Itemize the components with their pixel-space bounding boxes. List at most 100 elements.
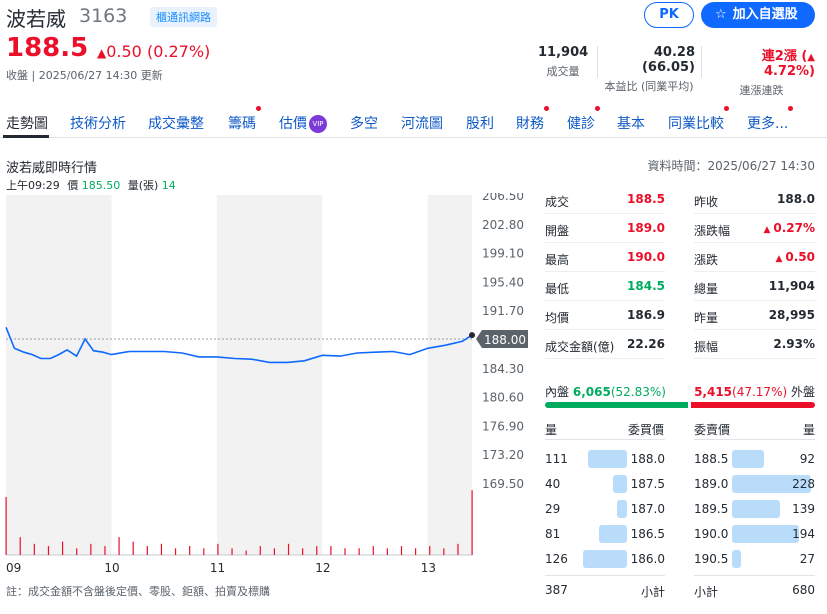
tab-6[interactable]: 河流圖 [401,113,443,133]
inner-volume: 內盤 6,065(52.83%) [545,383,666,400]
ask-price-header: 委賣價 [694,423,731,437]
tab-label: 基本 [617,116,645,132]
bid-row: 81 186.5 [545,525,665,550]
tab-label: 河流圖 [401,116,443,132]
x-tick-label: 11 [210,561,225,575]
quote-label: 均價 [545,311,570,325]
tab-12[interactable]: 更多... [747,106,794,133]
notification-dot-icon [256,106,261,111]
bid-price: 187.0 [630,502,665,516]
ask-depth-bar [732,500,780,518]
current-price: 188.5 [6,33,89,63]
notification-dot-icon [724,106,729,111]
inner-label: 內盤 [545,385,570,399]
tab-label: 走勢圖 [6,116,48,132]
volume-bar [415,548,417,555]
volume-bar [76,548,78,555]
volume-bar [457,543,459,555]
volume-bar [146,546,148,555]
tab-9[interactable]: 健診 [567,106,600,133]
volume-bar [189,546,191,555]
bid-total-qty: 387 [545,583,568,597]
divider [545,575,665,576]
ask-depth-bar [732,550,741,568]
ask-depth-bar [732,450,764,468]
volume-bar [302,548,304,555]
ask-qty: 92 [799,452,815,466]
y-tick-label: 169.50 [482,477,524,491]
quote-row: 總量 11,904 [694,273,815,301]
quote-label: 成交 [545,195,570,209]
y-tick-label: 173.20 [482,448,524,462]
tab-7[interactable]: 股利 [466,113,494,133]
volume-bar [104,546,106,555]
pk-button[interactable]: PK [644,2,694,28]
quote-label: 成交金額(億) [545,340,615,354]
volume-bar [316,546,318,555]
bid-row: 29 187.0 [545,500,665,525]
tab-label: 多空 [350,116,378,132]
tab-3[interactable]: 籌碼 [228,106,261,133]
y-tick-label: 180.60 [482,391,524,405]
notification-dot-icon [595,106,600,111]
quote-row: 成交金額(億) 22.26 [545,331,665,359]
quote-row: 漲跌 ▲ 0.50 [694,244,815,272]
hover-vol: 14 [161,179,176,192]
tab-5[interactable]: 多空 [350,113,378,133]
ask-price: 189.5 [694,502,729,516]
bid-price: 188.0 [630,452,665,466]
stock-code: 3163 [79,5,128,27]
volume-bar [344,548,346,555]
tab-8[interactable]: 財務 [516,106,549,133]
intraday-chart[interactable]: 206.50 202.80 199.10 195.40 191.70 184.30 180.… [0,193,530,578]
ask-total-qty: 680 [792,583,815,597]
bid-qty: 81 [545,527,561,541]
tab-1[interactable]: 技術分析 [70,113,126,133]
up-arrow-icon: ▲ [97,46,107,60]
volume-stat: 11,904 成交量 [538,45,588,79]
volume-bar [400,546,403,555]
add-watchlist-button[interactable]: ☆ 加入自選股 [701,2,815,28]
tab-0[interactable]: 走勢圖 [6,113,48,133]
pe-label: 本益比 (同業平均) [604,80,694,93]
bid-row: 126 186.0 [545,550,665,575]
volume-bar [160,543,163,555]
quote-row: 振幅 2.93% [694,331,815,359]
tab-10[interactable]: 基本 [617,113,645,133]
last-price-dot [469,332,475,339]
tab-label: 健診 [567,116,595,132]
tab-label: 籌碼 [228,116,256,132]
tab-label: 估價 [279,116,307,132]
outer-value: 5,415 [694,385,733,399]
volume-bar [287,543,290,555]
bid-price: 186.0 [630,552,665,566]
ask-row: 189.5 139 [694,500,815,525]
streak-stat: 連2漲 (▲ 4.72%) 連漲連跌 [708,45,816,98]
tab-4[interactable]: 估價 VIP [279,113,327,133]
bid-total-label: 小計 [641,585,666,599]
quote-row: 昨收 188.0 [694,186,815,214]
quote-label: 振幅 [694,340,719,354]
bid-depth-bar [613,475,627,493]
volume-bar [19,537,21,555]
pe-value: 40.28 (66.05) [641,45,695,75]
industry-tag[interactable]: 櫃通訊網路 [150,7,217,27]
ask-qty: 194 [792,527,815,541]
notification-dot-icon [788,106,794,111]
y-tick-label: 202.80 [482,218,524,232]
hover-price: 185.50 [81,179,121,192]
volume-bar [471,490,473,555]
quote-value: 22.26 [627,337,665,351]
ask-total-label: 小計 [694,585,719,599]
tab-11[interactable]: 同業比較 [668,106,729,133]
quote-row: 最高 190.0 [545,244,665,272]
quote-label: 漲跌幅 [694,224,731,238]
volume-bar [90,543,92,555]
tab-2[interactable]: 成交彙整 [148,113,204,133]
quote-value: 11,904 [768,279,815,293]
hour-band [216,195,323,555]
quote-value: 186.9 [627,308,665,322]
quote-value: 189.0 [627,221,665,235]
volume-bar [47,546,50,555]
close-info: 收盤 | 2025/06/27 14:30 更新 [6,69,163,82]
